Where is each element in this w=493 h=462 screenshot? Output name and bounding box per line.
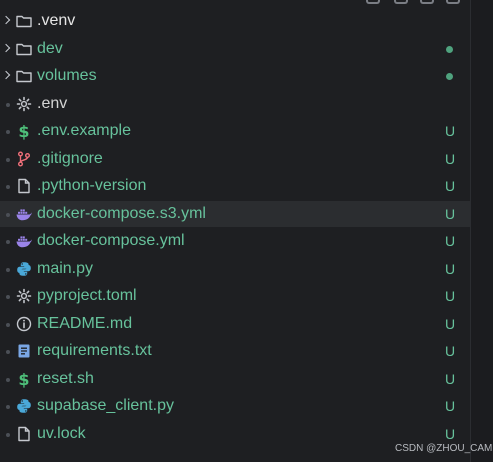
dollar-icon: $ [15, 122, 33, 140]
python-icon [15, 260, 33, 278]
svg-text:$: $ [18, 122, 29, 140]
folder-icon [15, 12, 33, 30]
indent-guide-dot [6, 405, 10, 409]
chevron-right-icon[interactable] [1, 43, 11, 52]
file-row[interactable]: supabase_client.py U [0, 393, 470, 419]
file-explorer: .venv dev volumes .env $ .env.example U .gitign… [0, 0, 470, 462]
git-status-badge: U [444, 260, 456, 277]
indent-guide-dot [6, 432, 10, 437]
file-row[interactable]: requirements.txt U [0, 338, 470, 364]
file-name-label: docker-compose.s3.yml [37, 204, 206, 222]
file-name-label: requirements.txt [37, 342, 152, 359]
file-name-label: .gitignore [37, 149, 103, 167]
folder-row[interactable]: volumes [0, 63, 470, 89]
file-row[interactable]: pyproject.toml U [0, 283, 470, 309]
git-status-badge: U [444, 288, 456, 304]
scrollbar[interactable] [470, 0, 493, 462]
dollar-icon: $ [15, 370, 33, 388]
git-status-dot [446, 45, 453, 53]
folder-row[interactable]: .venv [0, 8, 470, 34]
python-icon [15, 397, 33, 415]
docker-icon [15, 205, 33, 223]
indent-guide-dot [6, 350, 10, 354]
file-name-label: README.md [37, 314, 133, 332]
folder-row[interactable]: dev [0, 36, 470, 62]
file-name-label: .env [37, 94, 68, 112]
file-row[interactable]: docker-compose.yml U [0, 228, 470, 254]
indent-guide-dot [6, 295, 10, 299]
file-name-label: pyproject.toml [37, 287, 137, 304]
file-row[interactable]: $ .env.example U [0, 118, 470, 144]
file-name-label: .python-version [37, 177, 147, 194]
chevron-right-icon[interactable] [1, 70, 11, 80]
file-name-label: dev [37, 39, 63, 57]
text-file-icon [15, 342, 33, 360]
file-row[interactable]: .env [0, 91, 470, 117]
git-status-badge: U [444, 150, 456, 167]
indent-guide-dot [6, 185, 10, 189]
git-status-badge: U [444, 233, 456, 249]
indent-guide-dot [6, 212, 10, 217]
git-status-badge: U [444, 123, 456, 139]
file-row[interactable]: .python-version U [0, 173, 470, 199]
git-status-badge: U [444, 425, 456, 442]
file-name-label: supabase_client.py [37, 397, 174, 414]
git-status-badge: U [444, 398, 456, 414]
collapse-all-icon[interactable] [446, 0, 460, 4]
file-name-label: docker-compose.yml [37, 232, 185, 249]
info-icon [15, 315, 33, 333]
file-row[interactable]: main.py U [0, 256, 470, 282]
new-file-icon[interactable] [366, 0, 380, 4]
watermark-text: CSDN @ZHOU_CAMP [395, 443, 493, 454]
gear-icon [15, 287, 33, 305]
git-branch-icon [15, 150, 33, 168]
file-icon [15, 177, 33, 195]
indent-guide-dot [6, 267, 10, 272]
indent-guide-dot [6, 102, 10, 107]
file-name-label: .venv [37, 12, 76, 29]
file-row[interactable]: README.md U [0, 311, 470, 337]
git-status-badge: U [444, 370, 456, 387]
file-row[interactable]: .gitignore U [0, 146, 470, 172]
file-name-label: uv.lock [37, 424, 86, 442]
gear-icon [15, 95, 33, 113]
file-name-label: main.py [37, 259, 94, 277]
git-status-dot [446, 73, 453, 80]
indent-guide-dot [6, 130, 10, 134]
docker-icon [15, 232, 33, 250]
file-name-label: reset.sh [37, 369, 94, 387]
file-row[interactable]: docker-compose.s3.yml U [0, 200, 470, 227]
folder-icon [15, 67, 33, 85]
file-icon [15, 425, 33, 443]
git-status-badge: U [444, 178, 456, 194]
git-status-badge: U [444, 315, 456, 332]
git-status-badge: U [444, 343, 456, 359]
indent-guide-dot [6, 377, 10, 382]
explorer-toolbar [366, 0, 466, 4]
file-row[interactable]: $ reset.sh U [0, 366, 470, 392]
refresh-icon[interactable] [420, 0, 434, 4]
file-name-label: .env.example [37, 122, 131, 139]
indent-guide-dot [6, 157, 10, 162]
git-status-badge: U [444, 205, 456, 222]
new-folder-icon[interactable] [394, 0, 408, 4]
chevron-right-icon[interactable] [1, 15, 11, 25]
folder-icon [15, 40, 33, 58]
svg-text:$: $ [18, 370, 29, 388]
indent-guide-dot [6, 322, 10, 327]
indent-guide-dot [6, 240, 10, 244]
file-name-label: volumes [37, 67, 97, 84]
